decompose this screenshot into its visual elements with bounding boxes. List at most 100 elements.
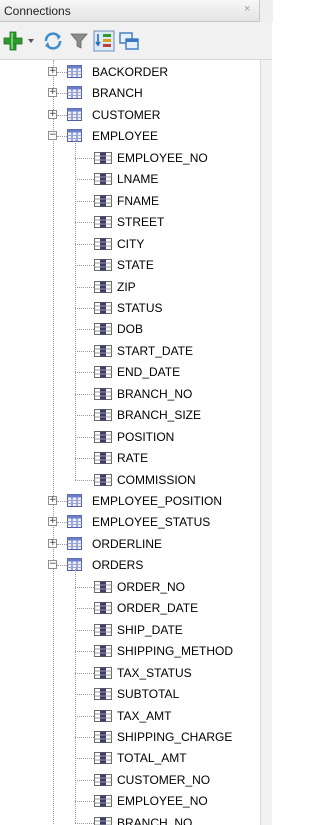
adjacent-tab-edge [259, 0, 273, 22]
column-node[interactable]: BRANCH_NO [0, 384, 260, 405]
column-node[interactable]: END_DATE [0, 362, 260, 383]
column-node[interactable]: SHIP_DATE [0, 620, 260, 641]
expand-toggle-icon[interactable]: + [48, 538, 57, 548]
filter-icon[interactable] [68, 30, 90, 52]
expand-toggle-icon[interactable]: + [48, 517, 57, 527]
column-node[interactable]: ORDER_DATE [0, 598, 260, 619]
table-node[interactable]: + EMPLOYEE_STATUS [0, 512, 260, 533]
column-node[interactable]: LNAME [0, 169, 260, 190]
schema-browser-icon[interactable] [93, 30, 115, 52]
column-node[interactable]: STATE [0, 255, 260, 276]
column-node[interactable]: TOTAL_AMT [0, 748, 260, 769]
add-connection-icon[interactable] [2, 30, 24, 52]
tree-connector [75, 736, 94, 738]
tree-connector [57, 114, 67, 116]
tree-connector [75, 243, 94, 245]
column-node[interactable]: BRANCH_SIZE [0, 405, 260, 426]
column-label: EMPLOYEE_NO [117, 794, 208, 809]
column-label: ZIP [117, 279, 136, 294]
column-node[interactable]: START_DATE [0, 341, 260, 362]
column-icon [94, 752, 112, 765]
column-icon [94, 344, 112, 357]
column-node[interactable]: TAX_STATUS [0, 663, 260, 684]
column-label: COMMISSION [117, 472, 196, 487]
table-label: ORDERS [92, 558, 144, 573]
refresh-icon[interactable] [42, 30, 64, 52]
expand-toggle-icon[interactable]: + [48, 496, 57, 505]
column-node[interactable]: RATE [0, 448, 260, 469]
tree-connector [57, 543, 67, 545]
column-node[interactable]: SUBTOTAL [0, 684, 260, 705]
column-node[interactable]: SHIPPING_METHOD [0, 641, 260, 662]
dropdown-arrow-icon[interactable] [26, 30, 36, 52]
column-icon [94, 645, 112, 658]
column-icon [94, 173, 112, 186]
table-label: BRANCH [92, 86, 143, 101]
column-label: TAX_AMT [117, 708, 172, 723]
column-node[interactable]: ORDER_NO [0, 577, 260, 598]
column-icon [94, 816, 112, 825]
column-label: TOTAL_AMT [117, 751, 187, 766]
column-node[interactable]: STREET [0, 212, 260, 233]
table-label: BACKORDER [92, 65, 169, 79]
table-node[interactable]: + BRANCH [0, 83, 260, 104]
column-node[interactable]: FNAME [0, 191, 260, 212]
expand-toggle-icon[interactable]: + [48, 67, 57, 76]
column-node[interactable]: CITY [0, 234, 260, 255]
column-node[interactable]: EMPLOYEE_NO [0, 148, 260, 169]
column-node[interactable]: POSITION [0, 427, 260, 448]
panel-header: Connections × [0, 0, 273, 22]
column-node[interactable]: CUSTOMER_NO [0, 770, 260, 791]
tree-connector [75, 568, 76, 823]
column-label: BRANCH_SIZE [117, 408, 202, 423]
column-node[interactable]: BRANCH_NO [0, 813, 260, 825]
table-label: EMPLOYEE_STATUS [92, 515, 211, 530]
column-node[interactable]: DOB [0, 319, 260, 340]
tree-connector [75, 779, 94, 781]
vertical-scrollbar[interactable] [260, 60, 272, 825]
tree-connector [75, 372, 94, 374]
tree-connector [75, 672, 94, 674]
tree-connector [75, 715, 94, 717]
column-label: CITY [117, 236, 145, 251]
collapse-toggle-icon[interactable]: − [48, 560, 57, 570]
column-label: STATE [117, 258, 154, 273]
column-node[interactable]: ZIP [0, 277, 260, 298]
table-node[interactable]: + CUSTOMER [0, 105, 260, 126]
column-icon [94, 730, 112, 743]
table-node[interactable]: + EMPLOYEE_POSITION [0, 491, 260, 512]
column-label: ORDER_NO [117, 579, 186, 594]
table-node[interactable]: + BACKORDER [0, 62, 260, 83]
tree-connector [75, 801, 94, 803]
tree-connector [75, 200, 94, 202]
expand-toggle-icon[interactable]: + [48, 88, 57, 98]
tree-connector [75, 651, 94, 653]
panel-title: Connections [4, 4, 71, 18]
column-icon [94, 688, 112, 701]
column-label: START_DATE [117, 343, 194, 358]
table-node[interactable]: + ORDERLINE [0, 534, 260, 555]
tree-connector [75, 608, 94, 610]
tree-connector [75, 179, 94, 181]
column-node[interactable]: EMPLOYEE_NO [0, 791, 260, 812]
tree-connector [75, 265, 94, 267]
collapse-toggle-icon[interactable]: − [48, 131, 57, 141]
connections-panel-icon[interactable] [118, 30, 140, 52]
tree-connector [57, 501, 67, 502]
column-node[interactable]: TAX_AMT [0, 706, 260, 727]
column-node[interactable]: SHIPPING_CHARGE [0, 727, 260, 748]
column-icon [94, 301, 112, 314]
tree-connector [75, 329, 94, 331]
tree-connector [57, 136, 67, 138]
column-node[interactable]: COMMISSION [0, 470, 260, 491]
close-icon[interactable]: × [244, 3, 250, 15]
table-node[interactable]: − EMPLOYEE [0, 126, 260, 147]
expand-toggle-icon[interactable]: + [48, 109, 57, 119]
tree-connector [75, 822, 94, 824]
tree-connector [57, 522, 67, 524]
column-icon [94, 366, 112, 379]
tree-connector [75, 479, 94, 481]
table-label: EMPLOYEE_POSITION [92, 494, 223, 508]
table-node[interactable]: − ORDERS [0, 555, 260, 576]
column-node[interactable]: STATUS [0, 298, 260, 319]
